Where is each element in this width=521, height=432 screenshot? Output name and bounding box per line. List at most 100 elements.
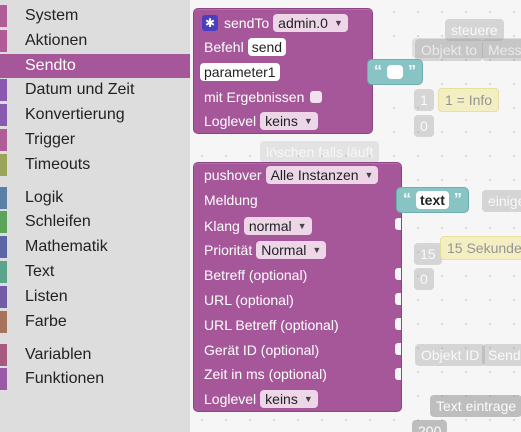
category-schleifen[interactable]: Schleifen — [0, 210, 190, 234]
url-betreff-label: URL Betreff (optional) — [204, 317, 339, 333]
close-quote: ” — [453, 191, 462, 208]
category-label: Listen — [25, 288, 68, 305]
category-variablen[interactable]: Variablen — [0, 343, 190, 367]
category-label: Konvertierung — [25, 106, 125, 123]
category-color-bar — [0, 236, 7, 258]
category-color-bar — [0, 368, 7, 390]
input-socket — [395, 218, 401, 230]
ergebnisse-checkbox[interactable] — [310, 91, 323, 103]
chevron-down-icon: ▼ — [303, 394, 313, 404]
gear-icon[interactable]: ✱ — [202, 15, 218, 31]
category-funktionen[interactable]: Funktionen — [0, 367, 190, 391]
pushover-loglevel-row: Loglevel keins ▼ — [204, 387, 318, 411]
category-label: Variablen — [25, 346, 92, 363]
pushover-instance-value: Alle Instanzen — [270, 167, 359, 183]
ghost-block-text-eintrag: Text eintrage — [430, 395, 521, 417]
meldung-label: Meldung — [204, 192, 258, 208]
ghost-number-0: 0 — [414, 115, 434, 137]
chevron-down-icon: ▼ — [312, 245, 322, 255]
chevron-down-icon: ▼ — [303, 116, 313, 126]
input-socket — [395, 318, 401, 330]
chevron-down-icon: ▼ — [333, 18, 343, 28]
meldung-row: Meldung — [204, 188, 258, 212]
ergebnisse-row: mit Ergebnissen — [204, 85, 323, 109]
category-listen[interactable]: Listen — [0, 285, 190, 309]
category-konvertierung[interactable]: Konvertierung — [0, 103, 190, 127]
open-quote: “ — [403, 191, 411, 208]
string-field[interactable] — [387, 65, 403, 79]
betreff-label: Betreff (optional) — [204, 267, 308, 283]
category-timeouts[interactable]: Timeouts — [0, 153, 190, 177]
category-label: Text — [25, 263, 55, 280]
befehl-label: Befehl — [204, 39, 244, 55]
category-sendto[interactable]: Sendto — [0, 54, 190, 78]
url-row: URL (optional) — [204, 288, 294, 312]
klang-dropdown[interactable]: normal ▼ — [243, 217, 312, 235]
parameter-field[interactable]: parameter1 — [200, 63, 280, 81]
category-text[interactable]: Text — [0, 260, 190, 284]
category-color-bar — [0, 154, 7, 176]
category-color-bar — [0, 187, 7, 209]
sendto-block[interactable]: ✱ sendTo admin.0 ▼ Befehl send parameter1… — [193, 8, 373, 134]
ghost-block-objekt-to: Objekt to — [415, 39, 484, 61]
loglevel-label: Loglevel — [204, 113, 257, 129]
klang-row: Klang normal ▼ — [204, 214, 312, 238]
pushover-block[interactable]: pushover Alle Instanzen ▼ Meldung Klang n… — [193, 162, 402, 412]
string-field[interactable]: text — [416, 191, 449, 209]
category-logik[interactable]: Logik — [0, 186, 190, 210]
category-color-bar — [0, 104, 7, 126]
category-label: Funktionen — [25, 370, 105, 387]
category-system[interactable]: System — [0, 4, 190, 28]
parameter-row: parameter1 — [200, 60, 280, 84]
blockly-workspace[interactable]: steuere Objekt to Mess 1 1 = Info 0 lösc… — [190, 0, 521, 432]
category-color-bar — [0, 55, 7, 77]
sendto-header-row: ✱ sendTo admin.0 ▼ — [202, 11, 348, 35]
category-label: Sendto — [25, 57, 76, 74]
category-label: Datum und Zeit — [25, 81, 135, 98]
url-label: URL (optional) — [204, 292, 294, 308]
category-farbe[interactable]: Farbe — [0, 310, 190, 334]
pushover-loglevel-dropdown[interactable]: keins ▼ — [260, 390, 318, 408]
category-label: Schleifen — [25, 213, 91, 230]
zeit-row: Zeit in ms (optional) — [204, 362, 327, 386]
text-string-block[interactable]: “ text ” — [396, 187, 469, 213]
category-color-bar — [0, 344, 7, 366]
category-color-bar — [0, 79, 7, 101]
pushover-instance-dropdown[interactable]: Alle Instanzen ▼ — [265, 166, 379, 184]
input-socket — [395, 368, 401, 380]
befehl-field[interactable]: send — [247, 38, 287, 56]
chevron-down-icon: ▼ — [364, 170, 374, 180]
category-color-bar — [0, 129, 7, 151]
category-color-bar — [0, 211, 7, 233]
category-label: System — [25, 7, 79, 24]
category-aktionen[interactable]: Aktionen — [0, 29, 190, 53]
betreff-row: Betreff (optional) — [204, 263, 307, 287]
chevron-down-icon: ▼ — [297, 221, 307, 231]
input-socket — [395, 268, 401, 280]
loglevel-row: Loglevel keins ▼ — [204, 109, 318, 133]
category-mathematik[interactable]: Mathematik — [0, 235, 190, 259]
category-label: Farbe — [25, 313, 67, 330]
empty-string-block[interactable]: “ ” — [367, 59, 423, 85]
ghost-block-einige: einige — [482, 190, 521, 212]
instance-dropdown[interactable]: admin.0 ▼ — [273, 14, 348, 32]
prioritaet-dropdown[interactable]: Normal ▼ — [256, 241, 327, 259]
prioritaet-row: Priorität Normal ▼ — [204, 238, 327, 262]
category-color-bar — [0, 30, 7, 52]
toolbox: System Aktionen Sendto Datum und Zeit Ko… — [0, 0, 190, 432]
category-color-bar — [0, 311, 7, 333]
category-datum-und-zeit[interactable]: Datum und Zeit — [0, 78, 190, 102]
category-trigger[interactable]: Trigger — [0, 128, 190, 152]
category-color-bar — [0, 5, 7, 27]
input-socket — [395, 293, 401, 305]
category-label: Aktionen — [25, 32, 88, 49]
klang-value: normal — [248, 218, 292, 234]
category-label: Mathematik — [25, 238, 108, 255]
close-quote: ” — [408, 63, 416, 80]
sendto-title: sendTo — [224, 15, 270, 31]
prioritaet-value: Normal — [261, 242, 307, 258]
ghost-comment-sekunde: 15 Sekunde — [440, 236, 521, 260]
befehl-row: Befehl send — [204, 35, 287, 59]
geraet-label: Gerät ID (optional) — [204, 342, 320, 358]
loglevel-dropdown[interactable]: keins ▼ — [260, 112, 318, 130]
